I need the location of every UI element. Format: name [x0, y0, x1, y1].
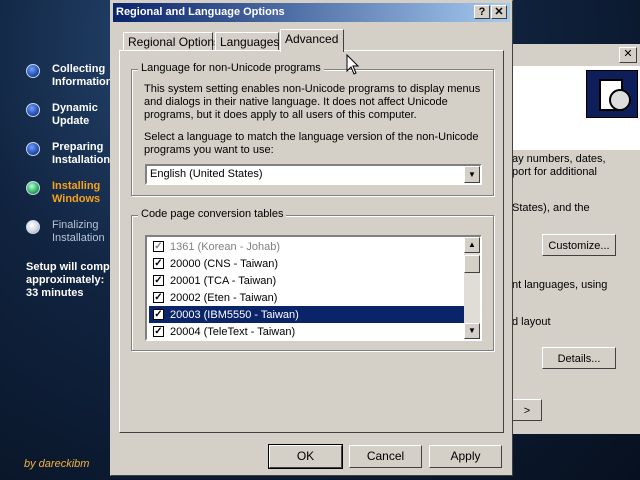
- titlebar: Regional and Language Options ? ✕: [113, 3, 510, 22]
- codepage-label: 20001 (TCA - Taiwan): [170, 274, 277, 287]
- checkbox[interactable]: ✓: [153, 275, 164, 286]
- checkbox[interactable]: ✓: [153, 326, 164, 337]
- nonunicode-group: Language for non-Unicode programs This s…: [131, 62, 494, 196]
- dialog-title: Regional and Language Options: [116, 6, 285, 18]
- scroll-up-icon[interactable]: ▲: [464, 237, 480, 253]
- background-text: ay numbers, dates, port for additional: [512, 153, 606, 178]
- codepage-item[interactable]: ✓ 20004 (TeleText - Taiwan): [149, 323, 465, 339]
- codepage-legend: Code page conversion tables: [138, 208, 287, 220]
- setup-step-installing: Installing Windows: [26, 180, 100, 206]
- step-done-icon: [26, 103, 40, 117]
- step-label: Finalizing Installation: [52, 219, 105, 244]
- codepage-item[interactable]: ✓ 20002 (Eten - Taiwan): [149, 289, 465, 306]
- close-icon[interactable]: ✕: [619, 47, 637, 63]
- nonunicode-prompt: Select a language to match the language …: [144, 131, 479, 156]
- background-text: States), and the: [512, 202, 590, 214]
- language-select-value: English (United States): [150, 168, 263, 180]
- codepage-label: 20000 (CNS - Taiwan): [170, 257, 279, 270]
- step-done-icon: [26, 64, 40, 78]
- regional-language-dialog: Regional and Language Options ? ✕ Region…: [110, 0, 513, 476]
- setup-step-finalizing: Finalizing Installation: [26, 219, 105, 245]
- codepage-item[interactable]: ✓ 20000 (CNS - Taiwan): [149, 255, 465, 272]
- codepage-item[interactable]: ✓ 20001 (TCA - Taiwan): [149, 272, 465, 289]
- setup-step-preparing: Preparing Installation: [26, 141, 110, 167]
- details-button[interactable]: Details...: [542, 347, 616, 369]
- ok-button[interactable]: OK: [268, 444, 343, 469]
- codepage-label: 20002 (Eten - Taiwan): [170, 291, 278, 304]
- tab-languages[interactable]: Languages: [215, 32, 279, 51]
- scroll-thumb[interactable]: [464, 255, 480, 273]
- setup-step-dynamic-update: Dynamic Update: [26, 102, 98, 128]
- background-text: nt languages, using: [512, 279, 608, 291]
- checkbox[interactable]: ✓: [153, 309, 164, 320]
- time-remaining: Setup will comp approximately: 33 minute…: [26, 261, 110, 299]
- codepage-group: Code page conversion tables ✓ 1361 (Kore…: [131, 208, 494, 351]
- language-select[interactable]: English (United States) ▼: [145, 164, 482, 185]
- step-label: Preparing Installation: [52, 141, 111, 166]
- step-pending-icon: [26, 220, 40, 234]
- chevron-down-icon[interactable]: ▼: [464, 166, 480, 183]
- setup-sidebar: Collecting Information Dynamic Update Pr…: [0, 0, 115, 480]
- cancel-button[interactable]: Cancel: [349, 445, 422, 468]
- advanced-panel: Language for non-Unicode programs This s…: [119, 50, 504, 433]
- background-text: d layout: [512, 316, 551, 328]
- nonunicode-description: This system setting enables non-Unicode …: [144, 83, 481, 121]
- help-icon[interactable]: ?: [474, 5, 490, 19]
- nonunicode-legend: Language for non-Unicode programs: [138, 62, 324, 74]
- codepage-label: 20004 (TeleText - Taiwan): [170, 325, 296, 338]
- tab-advanced[interactable]: Advanced: [280, 29, 344, 52]
- background-dialog: ✕ ay numbers, dates, port for additional…: [505, 44, 640, 434]
- credit-text: by dareckibm: [24, 458, 90, 470]
- step-label: Installing Windows: [52, 180, 101, 205]
- partial-button[interactable]: >: [512, 399, 542, 421]
- mouse-pointer-icon: [346, 54, 360, 75]
- step-label: Dynamic Update: [52, 102, 98, 127]
- codepage-item[interactable]: ✓ 1361 (Korean - Johab): [149, 238, 465, 255]
- background-titlebar: ✕: [506, 44, 640, 64]
- checkbox[interactable]: ✓: [153, 241, 164, 252]
- codepage-label: 20003 (IBM5550 - Taiwan): [170, 308, 299, 321]
- codepage-list[interactable]: ✓ 1361 (Korean - Johab) ✓ 20000 (CNS - T…: [145, 235, 482, 341]
- checkbox[interactable]: ✓: [153, 292, 164, 303]
- customize-button[interactable]: Customize...: [542, 234, 616, 256]
- apply-button[interactable]: Apply: [429, 445, 502, 468]
- step-done-icon: [26, 142, 40, 156]
- list-scrollbar[interactable]: ▲ ▼: [464, 237, 480, 339]
- close-icon[interactable]: ✕: [491, 5, 507, 19]
- software-box-icon: [586, 70, 638, 118]
- codepage-item-selected[interactable]: ✓ 20003 (IBM5550 - Taiwan): [149, 306, 465, 323]
- setup-step-collecting: Collecting Information: [26, 63, 113, 89]
- step-label: Collecting Information: [52, 63, 113, 88]
- tab-regional-options[interactable]: Regional Options: [123, 32, 220, 51]
- checkbox[interactable]: ✓: [153, 258, 164, 269]
- scroll-down-icon[interactable]: ▼: [464, 323, 480, 339]
- codepage-label: 1361 (Korean - Johab): [170, 240, 281, 253]
- step-active-icon: [26, 181, 40, 195]
